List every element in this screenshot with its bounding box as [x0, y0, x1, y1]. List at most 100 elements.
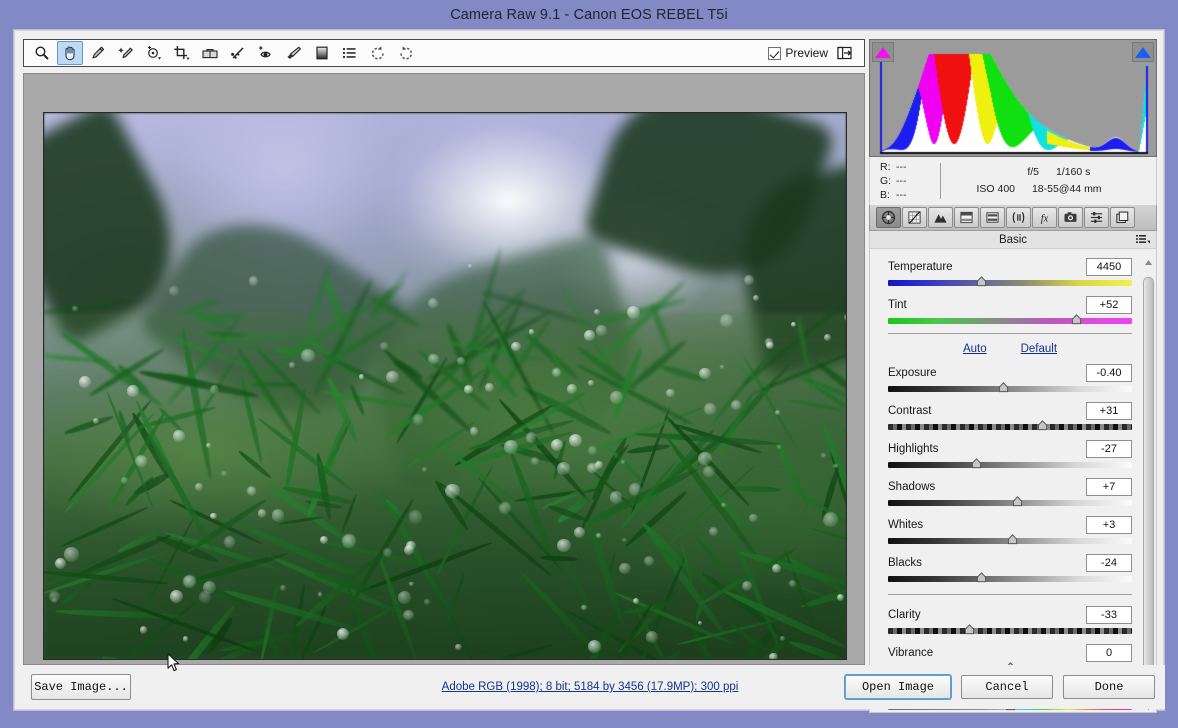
slider-label-vibrance: Vibrance — [888, 647, 933, 659]
slider-value-whites[interactable]: +3 — [1086, 516, 1132, 534]
crop-tool-icon[interactable] — [169, 41, 195, 65]
histogram[interactable] — [869, 39, 1157, 157]
white-balance-tool-icon[interactable] — [85, 41, 111, 65]
slider-blacks[interactable]: Blacks-24 — [888, 553, 1132, 582]
slider-knob-tint[interactable] — [1070, 314, 1083, 327]
tab-lens-corrections[interactable] — [1006, 207, 1031, 228]
slider-clarity[interactable]: Clarity-33 — [888, 605, 1132, 634]
image-canvas[interactable] — [23, 73, 865, 665]
slider-track-tint[interactable] — [888, 318, 1132, 324]
dewdrop — [359, 374, 364, 379]
panel-scrollbar[interactable] — [1143, 251, 1154, 709]
done-button[interactable]: Done — [1063, 675, 1155, 699]
targeted-adjustment-tool-icon[interactable] — [141, 41, 167, 65]
slider-value-tint[interactable]: +52 — [1086, 296, 1132, 314]
window-title: Camera Raw 9.1 - Canon EOS REBEL T5i — [450, 7, 728, 23]
slider-knob-highlights[interactable] — [970, 458, 983, 471]
presets-list-icon[interactable] — [337, 41, 363, 65]
cancel-button[interactable]: Cancel — [961, 675, 1053, 699]
auto-link[interactable]: Auto — [963, 343, 987, 355]
slider-shadows[interactable]: Shadows+7 — [888, 477, 1132, 506]
slider-whites[interactable]: Whites+3 — [888, 515, 1132, 544]
slider-value-clarity[interactable]: -33 — [1086, 606, 1132, 624]
rotate-counterclockwise-icon[interactable] — [365, 41, 391, 65]
bokeh-highlight — [121, 477, 128, 484]
bottom-bar: Save Image... Adobe RGB (1998); 8 bit; 5… — [15, 665, 1165, 709]
slider-knob-blacks[interactable] — [975, 572, 988, 585]
slider-track-temperature[interactable] — [888, 280, 1132, 286]
slider-label-contrast: Contrast — [888, 405, 931, 417]
dewdrop — [320, 536, 328, 544]
tab-effects[interactable]: fx — [1032, 207, 1057, 228]
slider-knob-shadows[interactable] — [1011, 496, 1024, 509]
tab-split-toning[interactable] — [980, 207, 1005, 228]
panel-header: Basic — [869, 231, 1157, 249]
slider-value-shadows[interactable]: +7 — [1086, 478, 1132, 496]
slider-highlights[interactable]: Highlights-27 — [888, 439, 1132, 468]
dewdrop — [596, 325, 607, 336]
slider-value-highlights[interactable]: -27 — [1086, 440, 1132, 458]
slider-value-vibrance[interactable]: 0 — [1086, 644, 1132, 662]
dewdrop — [455, 644, 461, 650]
hand-tool-icon[interactable] — [57, 41, 83, 65]
tab-snapshots[interactable] — [1110, 207, 1135, 228]
dewdrop — [837, 594, 844, 601]
slider-contrast[interactable]: Contrast +31 — [888, 401, 1132, 430]
preview-checkbox[interactable] — [768, 47, 781, 60]
tab-basic[interactable] — [876, 207, 901, 228]
panel-scrollbar-thumb[interactable] — [1143, 277, 1154, 685]
toolbar: Preview — [23, 39, 865, 67]
open-image-button[interactable]: Open Image — [845, 675, 951, 699]
slider-track-exposure[interactable] — [888, 386, 1132, 392]
panel-menu-icon[interactable] — [1136, 234, 1150, 249]
bokeh-highlight — [622, 538, 626, 542]
slider-track-whites[interactable] — [888, 538, 1132, 544]
slider-tint[interactable]: Tint +52 — [888, 295, 1132, 324]
slider-track-blacks[interactable] — [888, 576, 1132, 582]
tab-camera-calibration[interactable] — [1058, 207, 1083, 228]
slider-value-contrast[interactable]: +31 — [1086, 402, 1132, 420]
slider-value-blacks[interactable]: -24 — [1086, 554, 1132, 572]
slider-exposure[interactable]: Exposure-0.40 — [888, 363, 1132, 392]
slider-track-contrast[interactable] — [888, 424, 1132, 430]
main-frame: Preview — [14, 30, 1164, 710]
tab-hsl-grayscale[interactable] — [954, 207, 979, 228]
slider-knob-exposure[interactable] — [997, 382, 1010, 395]
shadow-clipping-warning-button[interactable] — [872, 42, 894, 62]
scroll-up-arrow-icon[interactable] — [1144, 253, 1153, 262]
fullscreen-toggle-icon[interactable] — [834, 43, 856, 63]
slider-temperature[interactable]: Temperature4450 — [888, 257, 1132, 286]
adjustment-brush-tool-icon[interactable] — [281, 41, 307, 65]
graduated-filter-tool-icon[interactable] — [309, 41, 335, 65]
dewdrop — [610, 491, 623, 504]
spot-removal-tool-icon[interactable] — [225, 41, 251, 65]
slider-value-temperature[interactable]: 4450 — [1086, 258, 1132, 276]
slider-value-exposure[interactable]: -0.40 — [1086, 364, 1132, 382]
bokeh-highlight — [247, 486, 256, 495]
highlight-clipping-triangle-icon — [1135, 47, 1151, 58]
slider-knob-contrast[interactable] — [1036, 420, 1049, 433]
dewdrop — [698, 452, 712, 466]
rotate-clockwise-icon[interactable] — [393, 41, 419, 65]
slider-track-shadows[interactable] — [888, 500, 1132, 506]
slider-knob-whites[interactable] — [1006, 534, 1019, 547]
slider-label-tint: Tint — [888, 299, 907, 311]
slider-knob-temperature[interactable] — [975, 276, 988, 289]
straighten-tool-icon[interactable] — [197, 41, 223, 65]
color-sampler-tool-icon[interactable] — [113, 41, 139, 65]
tab-detail[interactable] — [928, 207, 953, 228]
panel-tab-strip: fx — [869, 205, 1157, 231]
highlight-clipping-warning-button[interactable] — [1132, 42, 1154, 62]
tab-tone-curve[interactable] — [902, 207, 927, 228]
red-eye-removal-tool-icon[interactable] — [253, 41, 279, 65]
bokeh-highlight — [588, 446, 597, 455]
slider-track-highlights[interactable] — [888, 462, 1132, 468]
default-link[interactable]: Default — [1021, 343, 1057, 355]
dewdrop — [557, 462, 570, 475]
photo-preview[interactable] — [43, 112, 847, 660]
slider-knob-clarity[interactable] — [963, 624, 976, 637]
slider-track-clarity[interactable] — [888, 628, 1132, 634]
tab-presets[interactable] — [1084, 207, 1109, 228]
zoom-tool-icon[interactable] — [29, 41, 55, 65]
preview-toggle[interactable]: Preview — [768, 46, 834, 60]
